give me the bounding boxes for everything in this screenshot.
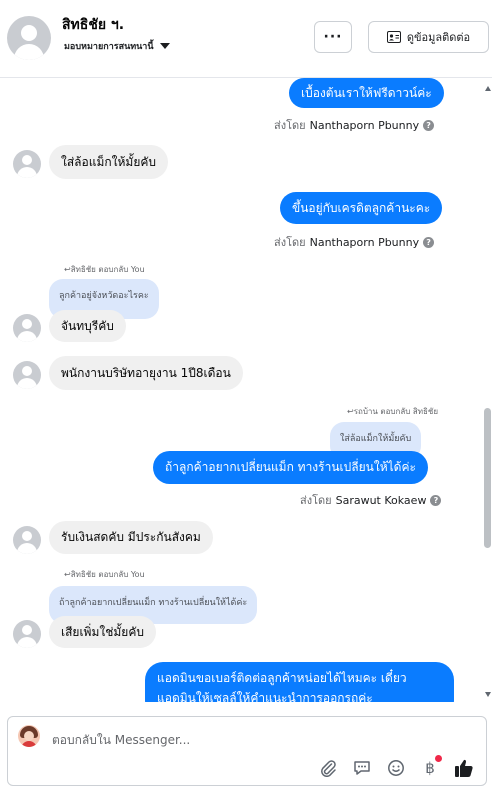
- scroll-up-arrow-icon[interactable]: [485, 86, 491, 91]
- more-options-button[interactable]: ···: [314, 21, 352, 53]
- message-outgoing[interactable]: แอดมินขอเบอร์ติดต่อลูกค้าหน่อยได้ไหมคะ เ…: [145, 662, 454, 702]
- page-avatar: [18, 725, 40, 747]
- chevron-down-icon: [159, 43, 170, 49]
- message-line: แอดมินให้เซลล์ให้คำแนะนำการออกรถค่ะ: [157, 691, 373, 702]
- conversation-header: สิทธิชัย ฯ. มอบหมายการสนทนานี้ ··· ดูข้อ…: [0, 0, 492, 78]
- reply-arrow-icon: ↩: [347, 407, 354, 416]
- baht-icon[interactable]: ฿: [420, 755, 442, 778]
- composer-toolbar: ฿: [318, 755, 474, 778]
- sender-name: Sarawut Kokaew: [335, 493, 427, 507]
- contact-card-icon: [386, 31, 401, 43]
- reply-input[interactable]: ตอบกลับใน Messenger...: [52, 731, 190, 750]
- contact-avatar-small: [13, 620, 41, 648]
- info-icon[interactable]: ?: [423, 236, 435, 248]
- message-outgoing[interactable]: ถ้าลูกค้าอยากเปลี่ยนแม็ก ทางร้านเปลี่ยนใ…: [153, 451, 428, 484]
- info-icon[interactable]: ?: [430, 494, 442, 506]
- sent-by-label: ส่งโดย Sarawut Kokaew ?: [300, 491, 442, 509]
- info-icon[interactable]: ?: [423, 119, 435, 131]
- message-incoming[interactable]: จันทบุรีคับ: [49, 310, 126, 342]
- reply-arrow-icon: ↩: [64, 570, 71, 579]
- assign-conversation-dropdown[interactable]: มอบหมายการสนทนานี้: [64, 39, 170, 53]
- contact-avatar-small: [13, 361, 41, 389]
- scrollbar-track[interactable]: [482, 78, 492, 702]
- emoji-icon[interactable]: [386, 758, 406, 778]
- contact-avatar-small: [13, 526, 41, 554]
- sender-name: Nanthaporn Pbunny: [309, 235, 420, 249]
- sent-by-label: ส่งโดย Nanthaporn Pbunny ?: [274, 233, 435, 251]
- message-incoming[interactable]: พนักงานบริษัทอายุงาน 1ปี8เดือน: [49, 356, 243, 390]
- like-icon[interactable]: [454, 758, 474, 778]
- reply-arrow-icon: ↩: [64, 265, 71, 274]
- message-incoming[interactable]: ใส่ล้อแม็กให้มั้ยคับ: [49, 145, 169, 179]
- sender-name: Nanthaporn Pbunny: [309, 118, 420, 132]
- contact-avatar[interactable]: [7, 16, 51, 60]
- quick-reply-icon[interactable]: [352, 758, 372, 778]
- scroll-down-arrow-icon[interactable]: [485, 692, 491, 697]
- view-contact-button[interactable]: ดูข้อมูลติดต่อ: [368, 21, 489, 53]
- message-incoming[interactable]: เสียเพิ่มใช่มั้ยคับ: [49, 616, 156, 648]
- scrollbar-thumb[interactable]: [484, 408, 491, 548]
- contact-avatar-small: [13, 150, 41, 178]
- reply-label: ↩สิทธิชัย ตอบกลับ You: [64, 265, 145, 274]
- paperclip-icon[interactable]: [318, 758, 338, 778]
- contact-name[interactable]: สิทธิชัย ฯ.: [62, 14, 124, 36]
- message-composer[interactable]: ตอบกลับใน Messenger... ฿: [7, 716, 487, 786]
- message-line: แอดมินขอเบอร์ติดต่อลูกค้าหน่อยได้ไหมคะ เ…: [157, 671, 407, 685]
- message-outgoing[interactable]: ขึ้นอยู่กับเครดิตลูกค้านะคะ: [280, 192, 443, 224]
- reply-label: ↩รถบ้าน ตอบกลับ สิทธิชัย: [347, 407, 439, 416]
- notification-dot: [435, 755, 442, 762]
- message-outgoing[interactable]: เบื้องต้นเราให้ฟรีดาวน์ค่ะ: [289, 78, 444, 108]
- assign-label: มอบหมายการสนทนานี้: [64, 42, 154, 52]
- reply-label: ↩สิทธิชัย ตอบกลับ You: [64, 570, 145, 579]
- view-contact-label: ดูข้อมูลติดต่อ: [406, 31, 471, 44]
- message-thread[interactable]: เบื้องต้นเราให้ฟรีดาวน์ค่ะ ส่งโดย Nantha…: [0, 78, 492, 702]
- message-incoming[interactable]: รับเงินสดคับ มีประกันสังคม: [49, 521, 213, 554]
- contact-avatar-small: [13, 314, 41, 342]
- sent-by-label: ส่งโดย Nanthaporn Pbunny ?: [274, 116, 435, 134]
